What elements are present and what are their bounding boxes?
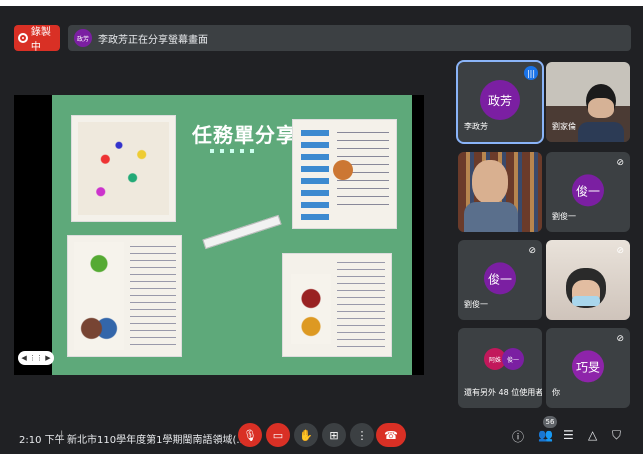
- worksheet-photo-2: [292, 119, 397, 229]
- mic-off-icon[interactable]: 🎙: [238, 423, 262, 447]
- participant-tile-video[interactable]: 劉家倫: [546, 62, 630, 142]
- camera-off-icon[interactable]: ▭: [266, 423, 290, 447]
- present-icon[interactable]: ⊞: [322, 423, 346, 447]
- more-participants-tile[interactable]: 阿姝 俊一 還有另外 48 位使用者: [458, 328, 542, 408]
- participant-avatar: 俊一: [502, 348, 524, 370]
- participant-tile-speaker[interactable]: 政芳 ||| 李政芳: [456, 60, 544, 144]
- people-icon[interactable]: 👥: [538, 428, 553, 442]
- participant-name: 李政芳: [464, 122, 488, 131]
- shared-screen: 任務單分享 ◀ ⋮⋮ ▶: [14, 95, 424, 375]
- mic-off-icon: ⊘: [616, 334, 624, 344]
- presenter-avatar: 政芳: [74, 29, 92, 47]
- participant-tile[interactable]: 俊一 ⊘ 劉俊一: [458, 240, 542, 320]
- presenting-banner: 政芳 李政芳正在分享螢幕畫面: [68, 25, 631, 51]
- speaking-icon: |||: [524, 66, 538, 80]
- presenting-text: 李政芳正在分享螢幕畫面: [98, 34, 208, 46]
- host-controls-icon[interactable]: ⛉: [612, 428, 621, 443]
- raise-hand-icon[interactable]: ✋: [294, 423, 318, 447]
- participant-name: 你: [552, 388, 560, 397]
- worksheet-photo-1: [71, 115, 176, 222]
- stacked-avatars: 阿姝 俊一: [484, 348, 524, 370]
- slide-title: 任務單分享: [192, 123, 297, 147]
- chat-icon[interactable]: ☰: [563, 428, 574, 442]
- slide-navigation[interactable]: ◀ ⋮⋮ ▶: [18, 351, 54, 365]
- participant-avatar: 政芳: [480, 80, 520, 120]
- separator: |: [60, 430, 64, 441]
- info-icon[interactable]: ⓘ: [512, 428, 524, 445]
- presentation-slide: 任務單分享: [52, 95, 412, 375]
- slide-decoration: [210, 149, 254, 153]
- participant-count-badge: 56: [543, 416, 557, 428]
- record-icon: [18, 33, 28, 43]
- participant-avatar: 俊一: [572, 174, 604, 207]
- participant-tile[interactable]: 俊一 ⊘ 劉俊一: [546, 152, 630, 232]
- recording-indicator[interactable]: 錄製中: [14, 25, 60, 53]
- more-icon[interactable]: ⋮: [350, 423, 374, 447]
- meet-window: 錄製中 政芳 李政芳正在分享螢幕畫面 任務單分享 ◀ ⋮⋮ ▶ 政芳 ||| 李…: [0, 0, 643, 454]
- activities-icon[interactable]: △: [588, 428, 597, 442]
- mic-off-icon: ⊘: [616, 158, 624, 168]
- participant-name: 劉俊一: [552, 212, 576, 221]
- participant-name: 劉家倫: [552, 122, 576, 131]
- participant-video: [458, 152, 542, 232]
- participant-avatar: 俊一: [484, 262, 516, 295]
- participant-name: 劉俊一: [464, 300, 488, 309]
- participant-avatar: 巧旻: [572, 350, 604, 383]
- mic-off-icon: ⊘: [616, 246, 624, 256]
- worksheet-photo-3: [67, 235, 182, 357]
- hangup-icon[interactable]: ☎: [376, 423, 406, 447]
- slide-ribbon: [202, 214, 282, 250]
- mic-off-icon: ⊘: [528, 246, 536, 256]
- participant-tile-video[interactable]: [458, 152, 542, 232]
- worksheet-photo-4: [282, 253, 392, 357]
- clock: 2:10 下午: [19, 435, 65, 446]
- meeting-title: 新北市110學年度第1學期閩南語領域(...: [67, 435, 246, 446]
- participant-tile-video[interactable]: ⊘: [546, 240, 630, 320]
- more-participants-label: 還有另外 48 位使用者: [464, 388, 542, 397]
- self-tile[interactable]: 巧旻 ⊘ 你: [546, 328, 630, 408]
- recording-label: 錄製中: [30, 27, 51, 53]
- control-bar: 2:10 下午 | 新北市110學年度第1學期閩南語領域(... 🎙 ▭ ✋ ⊞…: [0, 416, 643, 454]
